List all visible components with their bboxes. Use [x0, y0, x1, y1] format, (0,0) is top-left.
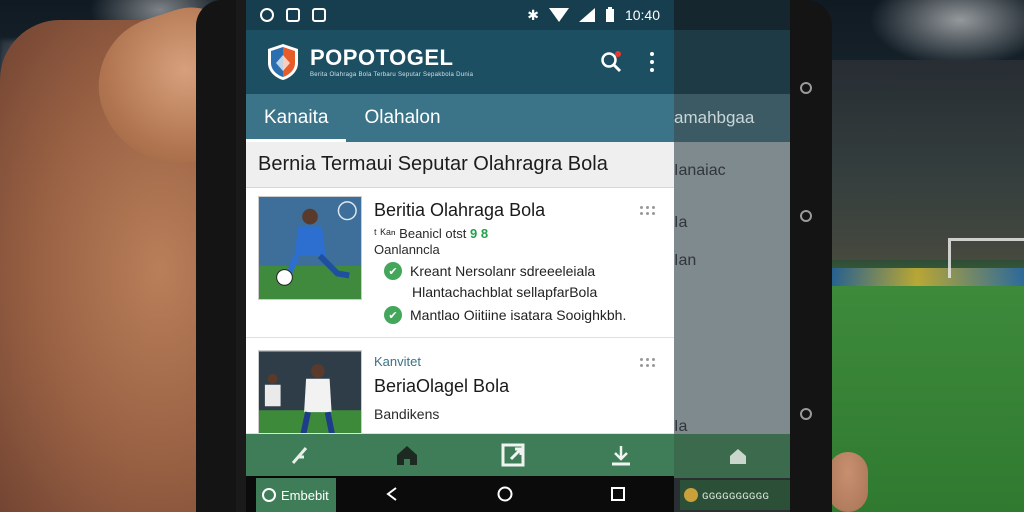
- card-more-icon[interactable]: [640, 206, 655, 216]
- phone-side-button: [800, 210, 812, 222]
- bluetooth-icon: ✱: [527, 6, 539, 23]
- card-bullet-text: Mantlao Oiitiine isatara Sooighkbh.: [410, 307, 627, 323]
- card-meta: ᵗ ᴷᵃⁿ Beanicl otst 9 8: [374, 226, 488, 241]
- status-bar: ✱ 10:40: [246, 0, 674, 30]
- card-title: Beritia Olahraga Bola: [374, 200, 546, 220]
- card-meta-text: ᵗ ᴷᵃⁿ Beanicl otst: [374, 226, 467, 241]
- app-screen: ✱ 10:40 POPOTOGEL Berita Olahraga Bola T…: [246, 0, 674, 512]
- app-brand: POPOTOGEL: [310, 44, 454, 70]
- bottom-navigation: [246, 434, 674, 476]
- phone-side-button: [800, 82, 812, 94]
- secondary-screen: amahbgaa Ianaiac Ia Ian Ia ɢɢɢɢɢɢɢɢɢɢ: [674, 0, 790, 512]
- search-badge: [615, 51, 621, 57]
- card-bullet: Hlantachachblat sellapfarBola: [412, 284, 597, 300]
- battery-icon: [605, 7, 614, 22]
- card-bullet-text: Kreant Nersolanr sdreeeleiala: [410, 263, 596, 279]
- background-stadium-photo: amahbgaa Ianaiac Ia Ian Ia ɢɢɢɢɢɢɢɢɢɢ ✱: [0, 0, 1024, 512]
- tab-bar: Kanaita Olahalon: [246, 94, 674, 142]
- app-logo-icon: [268, 44, 298, 80]
- download-icon: [611, 446, 630, 466]
- share-icon: [501, 443, 524, 467]
- section-title: Bernia Termaui Seputar Olahragra Bola: [246, 142, 674, 188]
- wifi-icon: [548, 8, 569, 22]
- news-card[interactable]: Kanvitet BeriaOlagel Bola Bandikens: [246, 338, 674, 434]
- ghost-tab: amahbgaa: [674, 94, 790, 142]
- ghost-home-icon: [730, 449, 746, 464]
- card-bullet-text: Hlantachachblat sellapfarBola: [412, 284, 598, 300]
- brand-block: POPOTOGEL Berita Olahraga Bola Terbaru S…: [310, 44, 474, 78]
- home-circle-icon[interactable]: [497, 486, 513, 502]
- chip-label: Embebit: [281, 487, 329, 503]
- status-time: 10:40: [624, 7, 660, 23]
- nav-item-download[interactable]: [567, 434, 674, 476]
- chip-icon: [262, 488, 276, 502]
- ghost-row: Ian: [674, 252, 697, 269]
- card-category: Kanvitet: [374, 354, 421, 369]
- ghost-chip-text: ɢɢɢɢɢɢɢɢɢɢ: [702, 488, 770, 502]
- card-title: BeriaOlagel Bola: [374, 376, 510, 396]
- app-bar: POPOTOGEL Berita Olahraga Bola Terbaru S…: [246, 30, 674, 94]
- nav-item-feather[interactable]: [246, 434, 353, 476]
- ghost-chip: ɢɢɢɢɢɢɢɢɢɢ: [680, 480, 790, 510]
- app-brand-subtitle: Berita Olahraga Bola Terbaru Seputar Sep…: [310, 71, 474, 78]
- ghost-chip-icon: [684, 488, 698, 502]
- recents-icon[interactable]: [610, 486, 626, 502]
- card-meta-count: 9 8: [470, 226, 489, 241]
- bottom-chip[interactable]: Embebit: [256, 478, 336, 512]
- card-bullet: ✔ Kreant Nersolanr sdreeeleiala: [384, 262, 595, 280]
- ghost-row: Ia: [674, 214, 688, 231]
- check-icon: ✔: [384, 262, 402, 280]
- news-thumbnail: [258, 350, 362, 433]
- search-icon[interactable]: [600, 51, 622, 73]
- nav-item-home[interactable]: [353, 434, 460, 476]
- ghost-appbar: [674, 30, 790, 94]
- news-thumbnail: [258, 196, 362, 300]
- ghost-list: Ianaiac Ia Ian Ia: [674, 142, 790, 435]
- ghost-row: Ianaiac: [674, 162, 726, 179]
- goal-post: [948, 238, 1024, 278]
- feather-icon: [291, 447, 307, 464]
- image-icon: [312, 8, 326, 22]
- notification-icon: [260, 8, 274, 22]
- card-subtitle: Oanlanncla: [374, 242, 440, 257]
- news-card[interactable]: Beritia Olahraga Bola ᵗ ᴷᵃⁿ Beanicl otst…: [246, 188, 674, 338]
- nav-item-share[interactable]: [460, 434, 567, 476]
- tab-olahalon[interactable]: Olahalon: [346, 94, 458, 142]
- back-icon[interactable]: [384, 486, 400, 502]
- ghost-nav: [674, 434, 790, 478]
- more-vert-icon[interactable]: [650, 52, 654, 72]
- card-bullet: ✔ Mantlao Oiitiine isatara Sooighkbh.: [384, 306, 626, 324]
- signal-icon: [578, 8, 595, 22]
- card-more-icon[interactable]: [640, 358, 655, 368]
- ghost-statusbar: [674, 0, 790, 30]
- phone-side-button: [800, 408, 812, 420]
- card-subtitle: Bandikens: [374, 406, 440, 422]
- tab-kanaita[interactable]: Kanaita: [246, 94, 347, 142]
- finger: [828, 452, 868, 512]
- stadium-stands: [820, 60, 1024, 260]
- home-icon: [396, 446, 417, 465]
- gallery-icon: [286, 8, 300, 22]
- check-icon: ✔: [384, 306, 402, 324]
